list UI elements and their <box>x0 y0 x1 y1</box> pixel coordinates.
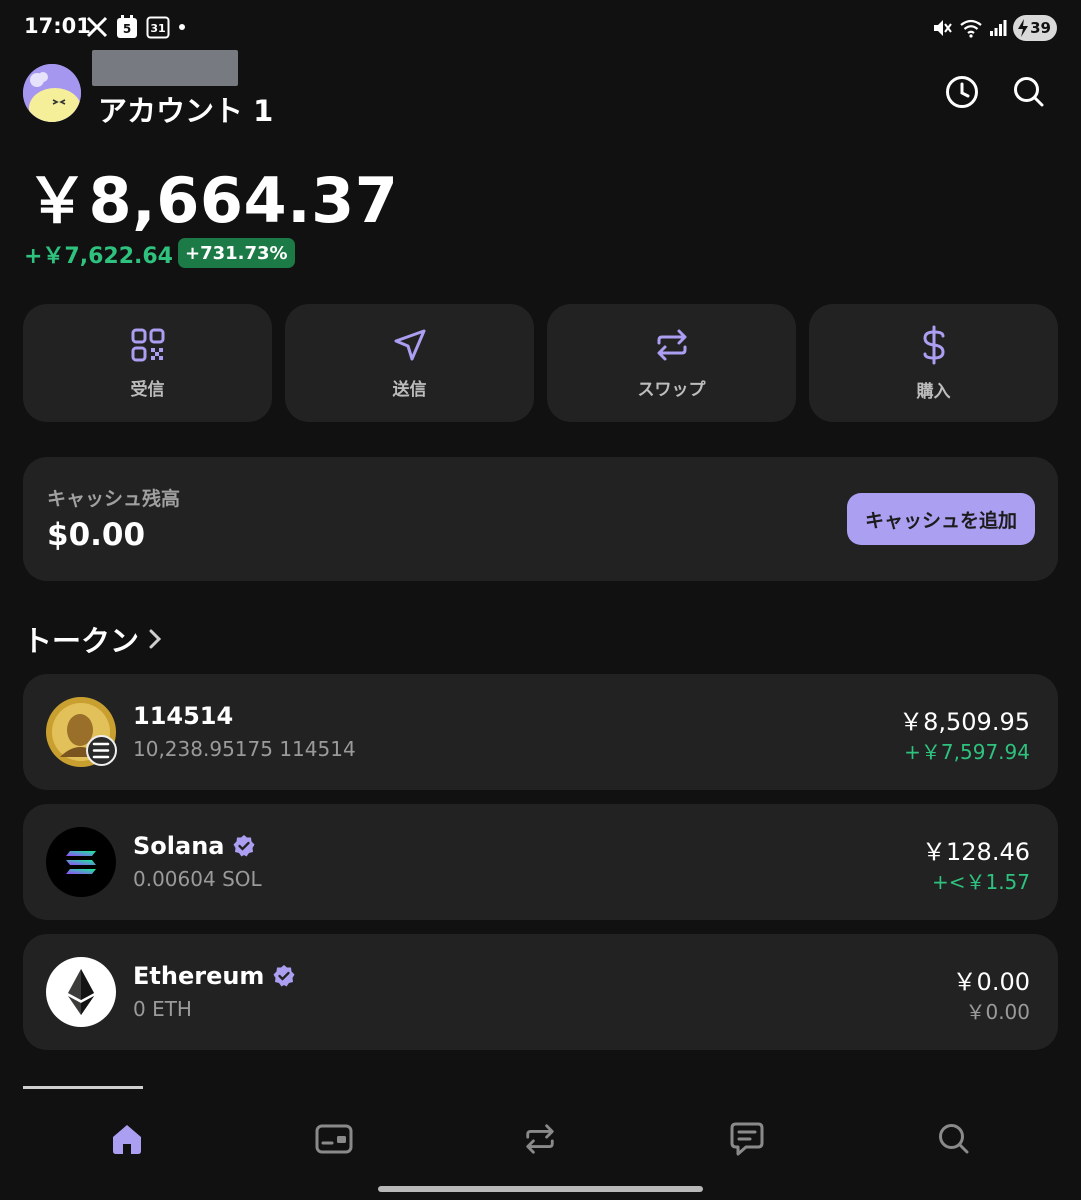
cash-balance-value: $0.00 <box>47 517 146 553</box>
chevron-right-icon <box>149 629 162 649</box>
token-row-solana[interactable]: Solana 0.00604 SOL ￥128.46 +<￥1.57 <box>23 804 1058 920</box>
receive-label: 受信 <box>130 379 165 400</box>
nav-swap[interactable] <box>510 1114 570 1164</box>
tokens-title: トークン <box>23 624 140 658</box>
avatar[interactable] <box>23 64 81 122</box>
add-cash-button[interactable]: キャッシュを追加 <box>846 493 1035 545</box>
token-change: +￥7,597.94 <box>904 740 1030 764</box>
token-logo-114514 <box>46 697 117 767</box>
signal-icon <box>989 19 1007 37</box>
token-name-text: Solana <box>133 832 225 860</box>
clock-icon <box>946 76 978 108</box>
notification-icons: 5 31 <box>86 13 186 41</box>
redacted-username <box>92 50 238 86</box>
x-app-icon <box>86 16 108 38</box>
token-amount: 0.00604 SOL <box>133 867 262 891</box>
send-icon <box>394 329 425 360</box>
battery-level: 39 <box>1030 19 1051 37</box>
search-button[interactable] <box>1009 72 1049 112</box>
charging-bolt-icon <box>1018 19 1029 37</box>
more-dot-icon <box>178 23 186 31</box>
token-name: 114514 <box>133 702 233 730</box>
token-amount: 10,238.95175 114514 <box>133 737 356 761</box>
token-name-text: 114514 <box>133 702 234 730</box>
tokens-section-header[interactable]: トークン <box>23 618 163 660</box>
calendar-day: 31 <box>150 21 166 35</box>
nav-home[interactable] <box>97 1114 157 1164</box>
ethereum-logo-icon <box>46 957 116 1027</box>
token-value: ￥128.46 <box>922 838 1030 866</box>
phantom-wallet-home: 17:01 5 31 39 アカウント 1 ￥8,664.37 +￥7,622.… <box>0 0 1081 1200</box>
nav-wallet[interactable] <box>304 1114 364 1164</box>
cash-balance-card: キャッシュ残高 $0.00 キャッシュを追加 <box>23 457 1058 581</box>
battery-indicator: 39 <box>1013 15 1057 41</box>
balance-change-percent: +731.73% <box>178 238 295 268</box>
token-name: Solana <box>133 832 256 860</box>
token-amount: 0 ETH <box>133 997 192 1021</box>
search-icon <box>939 1124 969 1154</box>
status-time: 17:01 <box>24 14 91 38</box>
token-name: Ethereum <box>133 962 296 990</box>
status-bar: 17:01 5 31 39 <box>0 0 1081 56</box>
verified-badge-icon <box>233 835 255 857</box>
send-label: 送信 <box>392 379 427 400</box>
wifi-icon <box>959 18 983 38</box>
action-buttons: 受信 送信 スワップ 購入 <box>23 304 1058 422</box>
swap-button[interactable]: スワップ <box>547 304 796 422</box>
chat-icon <box>730 1122 764 1156</box>
search-icon <box>1014 77 1044 107</box>
swap-icon <box>526 1124 554 1154</box>
receive-button[interactable]: 受信 <box>23 304 272 422</box>
nav-messages[interactable] <box>717 1114 777 1164</box>
swap-label: スワップ <box>637 379 706 400</box>
calendar-31-icon: 31 <box>146 15 170 39</box>
token-change: +<￥1.57 <box>931 870 1030 894</box>
calendar-day: 5 <box>122 22 132 36</box>
total-balance: ￥8,664.37 <box>26 164 399 237</box>
token-row-ethereum[interactable]: Ethereum 0 ETH ￥0.00 ￥0.00 <box>23 934 1058 1050</box>
buy-button[interactable]: 購入 <box>809 304 1058 422</box>
nav-search[interactable] <box>924 1114 984 1164</box>
history-button[interactable] <box>942 72 982 112</box>
account-name[interactable]: アカウント 1 <box>98 88 273 130</box>
verified-badge-icon <box>273 965 295 987</box>
wallet-card-icon <box>315 1124 353 1154</box>
send-button[interactable]: 送信 <box>285 304 534 422</box>
home-icon <box>113 1125 141 1154</box>
token-value: ￥8,509.95 <box>899 708 1030 736</box>
buy-label: 購入 <box>916 381 951 402</box>
calendar-icon: 5 <box>116 15 138 39</box>
token-value: ￥0.00 <box>952 968 1030 996</box>
balance-change: +￥7,622.64 <box>24 244 173 269</box>
token-row-114514[interactable]: 114514 10,238.95175 114514 ￥8,509.95 +￥7… <box>23 674 1058 790</box>
solana-logo-icon <box>46 827 116 897</box>
system-icons: 39 <box>931 15 1057 41</box>
token-name-text: Ethereum <box>133 962 265 990</box>
cash-balance-label: キャッシュ残高 <box>47 488 181 510</box>
swap-icon <box>657 329 686 360</box>
home-indicator[interactable] <box>378 1186 703 1192</box>
qr-code-icon <box>131 328 164 361</box>
bottom-navigation <box>0 1092 1081 1200</box>
mute-icon <box>931 17 953 39</box>
dollar-icon <box>922 325 945 364</box>
token-change: ￥0.00 <box>965 1000 1030 1024</box>
